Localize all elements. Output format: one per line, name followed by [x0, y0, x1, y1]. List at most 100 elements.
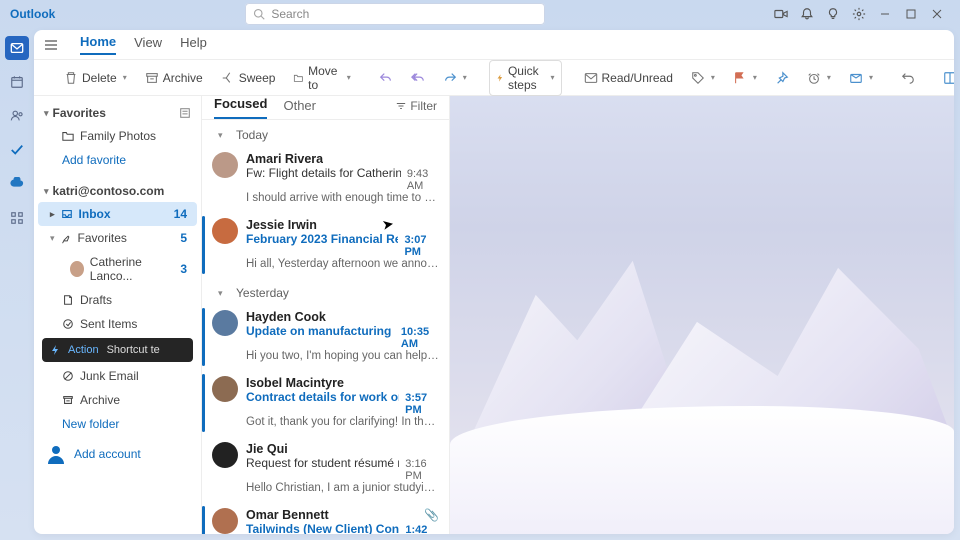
close-icon[interactable]	[924, 3, 950, 25]
pin-button[interactable]	[769, 68, 795, 88]
filter-button[interactable]: Filter	[396, 99, 437, 119]
folder-person-catherine[interactable]: Catherine Lanco... 3	[38, 250, 197, 288]
date-group-header[interactable]: ▾Yesterday	[202, 278, 449, 304]
search-icon	[253, 8, 265, 20]
sender-name: Jessie Irwin	[246, 218, 317, 232]
tag-button[interactable]: ▾	[685, 68, 721, 88]
rail-calendar-icon[interactable]	[5, 70, 29, 94]
message-item[interactable]: Jessie IrwinFebruary 2023 Financial Resu…	[202, 212, 449, 278]
add-account-button[interactable]: Add account	[34, 436, 201, 472]
mouse-cursor-icon: ➤	[381, 215, 396, 234]
inbox-icon	[61, 208, 73, 220]
sender-name: Amari Rivera	[246, 152, 323, 166]
app-brand: Outlook	[10, 7, 55, 21]
view-toggle-button[interactable]	[937, 68, 954, 88]
folder-favorites-sub[interactable]: ▾ Favorites 5	[38, 226, 197, 250]
sweep-button[interactable]: Sweep	[215, 68, 282, 88]
sender-name: Isobel Macintyre	[246, 376, 344, 390]
chevron-down-icon: ▾	[218, 288, 223, 299]
search-placeholder: Search	[271, 7, 309, 21]
sent-icon	[62, 318, 74, 330]
notifications-icon[interactable]	[794, 3, 820, 25]
ribbon: New Mail Delete▾ Archive Sweep Move to▾ …	[34, 60, 954, 96]
date-group-header[interactable]: ▾Today	[202, 120, 449, 146]
hamburger-icon[interactable]	[44, 38, 62, 52]
message-subject: Fw: Flight details for Catherine's gr...	[246, 166, 401, 180]
sender-avatar	[212, 376, 238, 402]
rail-more-apps-icon[interactable]	[5, 206, 29, 230]
add-favorite-link[interactable]: Add favorite	[38, 148, 197, 172]
folder-sent[interactable]: Sent Items	[38, 312, 197, 336]
minimize-icon[interactable]	[872, 3, 898, 25]
folder-junk[interactable]: Junk Email	[38, 364, 197, 388]
message-item[interactable]: Omar Bennett 📎 Tailwinds (New Client) Cont…	[202, 502, 449, 534]
titlebar: Outlook Search	[0, 0, 960, 28]
rail-people-icon[interactable]	[5, 104, 29, 128]
move-to-button[interactable]: Move to▾	[287, 61, 356, 95]
message-item[interactable]: Hayden CookUpdate on manufacturing plant…	[202, 304, 449, 370]
chevron-down-icon: ▾	[44, 186, 49, 197]
message-time: 3:07 PM	[398, 234, 439, 258]
sender-name: Hayden Cook	[246, 310, 326, 324]
action-tooltip: Action Shortcut te	[42, 338, 193, 362]
folder-archive[interactable]: Archive	[38, 388, 197, 412]
account-header[interactable]: ▾ katri@contoso.com	[34, 180, 201, 202]
snooze-button[interactable]: ▾	[801, 68, 837, 88]
junk-icon	[62, 370, 74, 382]
maximize-icon[interactable]	[898, 3, 924, 25]
reply-button[interactable]	[373, 68, 399, 88]
delete-button[interactable]: Delete▾	[58, 68, 133, 88]
meet-now-icon[interactable]	[768, 3, 794, 25]
notes-icon[interactable]	[179, 107, 191, 119]
read-unread-button[interactable]: Read/Unread	[578, 68, 679, 88]
rules-button[interactable]: ▾	[843, 68, 879, 88]
message-time: 1:42 PM	[399, 524, 439, 534]
message-subject: Contract details for work on... (3)	[246, 390, 399, 404]
message-item[interactable]: Isobel MacintyreContract details for wor…	[202, 370, 449, 436]
forward-button[interactable]: ▾	[437, 68, 473, 88]
sender-avatar	[212, 310, 238, 336]
chevron-right-icon: ▸	[50, 209, 55, 220]
message-time: 3:57 PM	[399, 392, 439, 416]
attachment-icon: 📎	[424, 508, 439, 522]
archive-icon	[62, 394, 74, 406]
rail-mail-icon[interactable]	[5, 36, 29, 60]
left-rail	[0, 28, 34, 540]
folder-inbox[interactable]: ▸ Inbox 14	[38, 202, 197, 226]
settings-icon[interactable]	[846, 3, 872, 25]
reply-all-button[interactable]	[405, 68, 431, 88]
rail-files-icon[interactable]	[5, 172, 29, 196]
person-add-icon	[46, 444, 66, 464]
message-subject: Request for student résumé review	[246, 456, 399, 470]
favorites-header[interactable]: ▾ Favorites	[34, 102, 201, 124]
message-item[interactable]: Amari RiveraFw: Flight details for Cathe…	[202, 146, 449, 212]
message-preview: I should arrive with enough time to atte…	[246, 192, 439, 204]
sender-avatar	[212, 218, 238, 244]
tab-help[interactable]: Help	[180, 35, 207, 54]
tips-icon[interactable]	[820, 3, 846, 25]
folder-drafts[interactable]: Drafts	[38, 288, 197, 312]
message-subject: Tailwinds (New Client) Contr... (6)	[246, 522, 399, 534]
avatar-icon	[70, 261, 84, 277]
tab-home[interactable]: Home	[80, 34, 116, 55]
rail-todo-icon[interactable]	[5, 138, 29, 162]
sender-name: Omar Bennett	[246, 508, 329, 522]
folder-pane: ▾ Favorites Family Photos Add favorite ▾…	[34, 96, 202, 534]
archive-button[interactable]: Archive	[139, 68, 209, 88]
sender-avatar	[212, 508, 238, 534]
message-time: 9:43 AM	[401, 168, 439, 192]
search-box[interactable]: Search	[245, 3, 545, 25]
undo-button[interactable]	[895, 68, 921, 88]
background-mountain-image	[450, 249, 954, 534]
tab-focused[interactable]: Focused	[214, 96, 267, 119]
message-item[interactable]: Jie QuiRequest for student résumé review…	[202, 436, 449, 502]
new-folder-link[interactable]: New folder	[38, 412, 197, 436]
reading-pane	[450, 96, 954, 534]
quick-steps-button[interactable]: Quick steps▾	[489, 60, 562, 96]
lightning-icon	[50, 345, 60, 355]
tab-view[interactable]: View	[134, 35, 162, 54]
flag-button[interactable]: ▾	[727, 68, 763, 88]
sender-avatar	[212, 152, 238, 178]
folder-family-photos[interactable]: Family Photos	[38, 124, 197, 148]
tab-other[interactable]: Other	[283, 98, 316, 119]
